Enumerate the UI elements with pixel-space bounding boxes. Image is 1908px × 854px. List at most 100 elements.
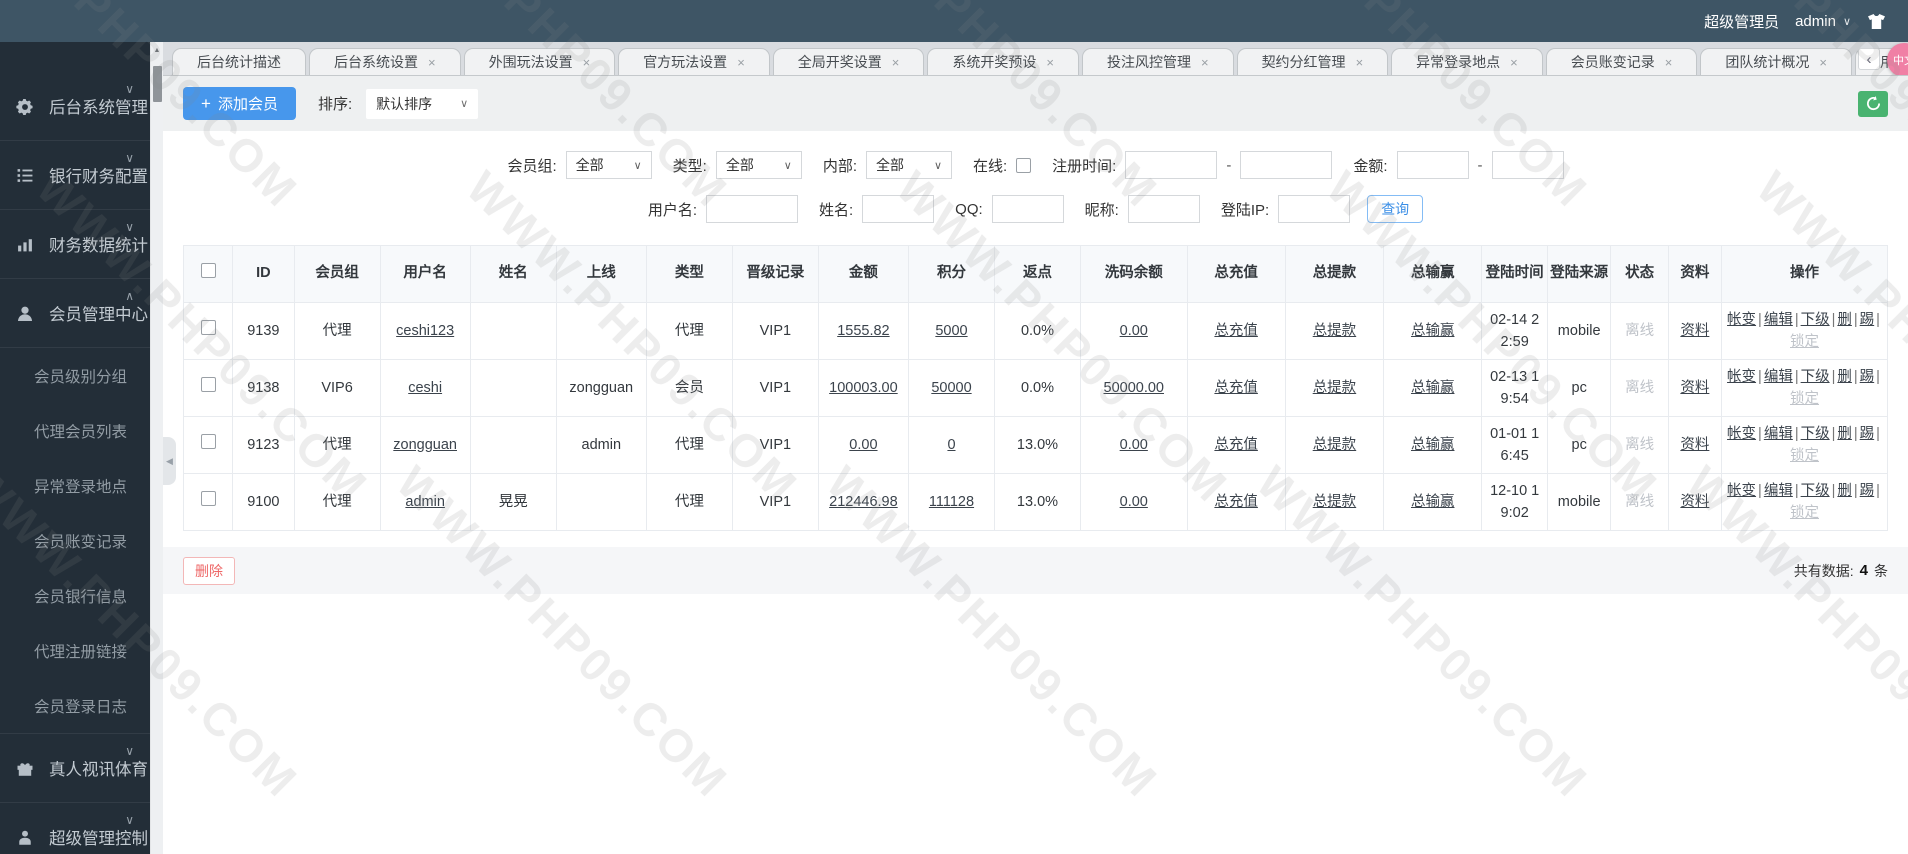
action-3[interactable]: 下级 bbox=[1801, 369, 1830, 385]
cell-username-value[interactable]: ceshi bbox=[408, 380, 442, 396]
sidebar-item[interactable]: 会员账变记录 bbox=[0, 513, 150, 568]
cell-withdraw-value[interactable]: 总提款 bbox=[1313, 380, 1357, 396]
action-5[interactable]: 踢 bbox=[1860, 483, 1875, 499]
register-time-start-input[interactable] bbox=[1125, 151, 1218, 179]
tab-close-icon[interactable]: × bbox=[583, 55, 591, 70]
tab-close-icon[interactable]: × bbox=[1201, 55, 1209, 70]
cell-withdraw-value[interactable]: 总提款 bbox=[1313, 323, 1357, 339]
sidebar-group-1[interactable]: 后台系统管理 ∨ bbox=[0, 72, 150, 140]
cell-points-value[interactable]: 50000 bbox=[931, 380, 971, 396]
cell-winlose-value[interactable]: 总输赢 bbox=[1411, 437, 1455, 453]
name-input[interactable] bbox=[862, 195, 935, 223]
sidebar-group-4[interactable]: 会员管理中心 ∧ bbox=[0, 279, 150, 347]
cell-username-value[interactable]: ceshi123 bbox=[396, 323, 454, 339]
delete-button[interactable]: 删除 bbox=[183, 556, 235, 585]
cell-profile-value[interactable]: 资料 bbox=[1680, 380, 1709, 396]
scrollbar-up-icon[interactable]: ▲ bbox=[151, 42, 163, 54]
sidebar-group-6[interactable]: 超级管理控制 ∨ bbox=[0, 803, 150, 854]
cell-points-value[interactable]: 5000 bbox=[935, 323, 967, 339]
cell-recharge-value[interactable]: 总充值 bbox=[1214, 437, 1258, 453]
cell-amount-value[interactable]: 0.00 bbox=[849, 437, 877, 453]
cell-points-value[interactable]: 111128 bbox=[929, 494, 974, 510]
qq-input[interactable] bbox=[991, 195, 1064, 223]
cell-wash-value[interactable]: 0.00 bbox=[1120, 494, 1148, 510]
floating-language-badge[interactable]: 中文 bbox=[1887, 43, 1908, 75]
action-1[interactable]: 帐变 bbox=[1727, 483, 1756, 499]
row-checkbox[interactable] bbox=[200, 319, 216, 335]
tab-item[interactable]: 全局开奖设置 × bbox=[772, 48, 925, 75]
tab-item[interactable]: 后台系统设置 × bbox=[309, 48, 461, 75]
tab-item[interactable]: 外围玩法设置 × bbox=[463, 48, 616, 75]
cell-profile-value[interactable]: 资料 bbox=[1680, 323, 1709, 339]
scrollbar-thumb[interactable] bbox=[153, 66, 162, 102]
cell-wash-value[interactable]: 0.00 bbox=[1120, 437, 1148, 453]
tab-close-icon[interactable]: × bbox=[1356, 55, 1364, 70]
action-6[interactable]: 锁定 bbox=[1790, 334, 1819, 350]
sidebar-item[interactable]: 会员银行信息 bbox=[0, 568, 150, 623]
action-3[interactable]: 下级 bbox=[1801, 426, 1830, 442]
add-member-button[interactable]: + 添加会员 bbox=[183, 87, 296, 120]
action-3[interactable]: 下级 bbox=[1801, 312, 1830, 328]
row-checkbox[interactable] bbox=[200, 376, 216, 392]
online-checkbox[interactable] bbox=[1016, 157, 1032, 173]
action-2[interactable]: 编辑 bbox=[1764, 426, 1793, 442]
cell-wash-value[interactable]: 50000.00 bbox=[1104, 380, 1164, 396]
action-2[interactable]: 编辑 bbox=[1764, 312, 1793, 328]
tab-item[interactable]: 契约分红管理 × bbox=[1236, 48, 1389, 75]
tab-close-icon[interactable]: × bbox=[1665, 55, 1673, 70]
row-checkbox[interactable] bbox=[200, 433, 216, 449]
theme-shirt-icon[interactable] bbox=[1867, 13, 1886, 30]
cell-winlose-value[interactable]: 总输赢 bbox=[1411, 380, 1455, 396]
cell-username-value[interactable]: admin bbox=[405, 494, 445, 510]
tab-scroll-left-button[interactable]: ‹ bbox=[1858, 48, 1880, 70]
internal-select[interactable]: 全部 ∨ bbox=[866, 151, 952, 179]
tab-item[interactable]: 会员账变记录 × bbox=[1545, 48, 1698, 75]
sidebar-group-3[interactable]: 财务数据统计 ∨ bbox=[0, 210, 150, 278]
action-4[interactable]: 删 bbox=[1837, 369, 1852, 385]
sidebar-group-5[interactable]: 真人视讯体育 ∨ bbox=[0, 734, 150, 802]
cell-winlose-value[interactable]: 总输赢 bbox=[1411, 494, 1455, 510]
action-1[interactable]: 帐变 bbox=[1727, 312, 1756, 328]
cell-withdraw-value[interactable]: 总提款 bbox=[1313, 437, 1357, 453]
content-scrollbar[interactable]: ▲ bbox=[150, 42, 163, 854]
cell-profile-value[interactable]: 资料 bbox=[1680, 494, 1709, 510]
cell-username-value[interactable]: zongguan bbox=[393, 437, 457, 453]
tab-item[interactable]: 投注风控管理 × bbox=[1081, 48, 1234, 75]
action-1[interactable]: 帐变 bbox=[1727, 426, 1756, 442]
cell-recharge-value[interactable]: 总充值 bbox=[1214, 380, 1258, 396]
sidebar-item[interactable]: 代理会员列表 bbox=[0, 403, 150, 458]
tab-item[interactable]: 异常登录地点 × bbox=[1391, 48, 1543, 75]
tab-item[interactable]: 后台统计描述 bbox=[172, 48, 306, 75]
sidebar-item[interactable]: 异常登录地点 bbox=[0, 458, 150, 513]
tab-close-icon[interactable]: × bbox=[1510, 55, 1518, 70]
select-all-checkbox[interactable] bbox=[200, 262, 216, 278]
sidebar-item[interactable]: 代理注册链接 bbox=[0, 623, 150, 678]
tab-close-icon[interactable]: × bbox=[1819, 55, 1827, 70]
sidebar-item[interactable]: 会员登录日志 bbox=[0, 678, 150, 733]
login-ip-input[interactable] bbox=[1278, 195, 1351, 223]
cell-winlose-value[interactable]: 总输赢 bbox=[1411, 323, 1455, 339]
type-select[interactable]: 全部 ∨ bbox=[715, 151, 802, 179]
action-2[interactable]: 编辑 bbox=[1764, 483, 1793, 499]
cell-withdraw-value[interactable]: 总提款 bbox=[1313, 494, 1357, 510]
sort-select[interactable]: 默认排序 ∨ bbox=[366, 88, 479, 119]
action-6[interactable]: 锁定 bbox=[1790, 448, 1819, 464]
sidebar-collapse-handle[interactable]: ◀ bbox=[163, 437, 176, 485]
action-1[interactable]: 帐变 bbox=[1727, 369, 1756, 385]
action-6[interactable]: 锁定 bbox=[1790, 505, 1819, 521]
cell-points-value[interactable]: 0 bbox=[947, 437, 955, 453]
cell-amount-value[interactable]: 212446.98 bbox=[829, 494, 898, 510]
search-button[interactable]: 查询 bbox=[1367, 195, 1424, 223]
tab-close-icon[interactable]: × bbox=[892, 55, 900, 70]
action-5[interactable]: 踢 bbox=[1860, 312, 1875, 328]
tab-item[interactable]: 团队统计概况 × bbox=[1700, 48, 1852, 75]
tab-item[interactable]: 系统开奖预设 × bbox=[927, 48, 1079, 75]
cell-recharge-value[interactable]: 总充值 bbox=[1214, 323, 1258, 339]
cell-amount-value[interactable]: 1555.82 bbox=[837, 323, 889, 339]
tab-close-icon[interactable]: × bbox=[1046, 55, 1054, 70]
refresh-button[interactable] bbox=[1858, 90, 1888, 117]
action-4[interactable]: 删 bbox=[1837, 312, 1852, 328]
amount-min-input[interactable] bbox=[1396, 151, 1469, 179]
action-6[interactable]: 锁定 bbox=[1790, 391, 1819, 407]
username-input[interactable] bbox=[705, 195, 798, 223]
